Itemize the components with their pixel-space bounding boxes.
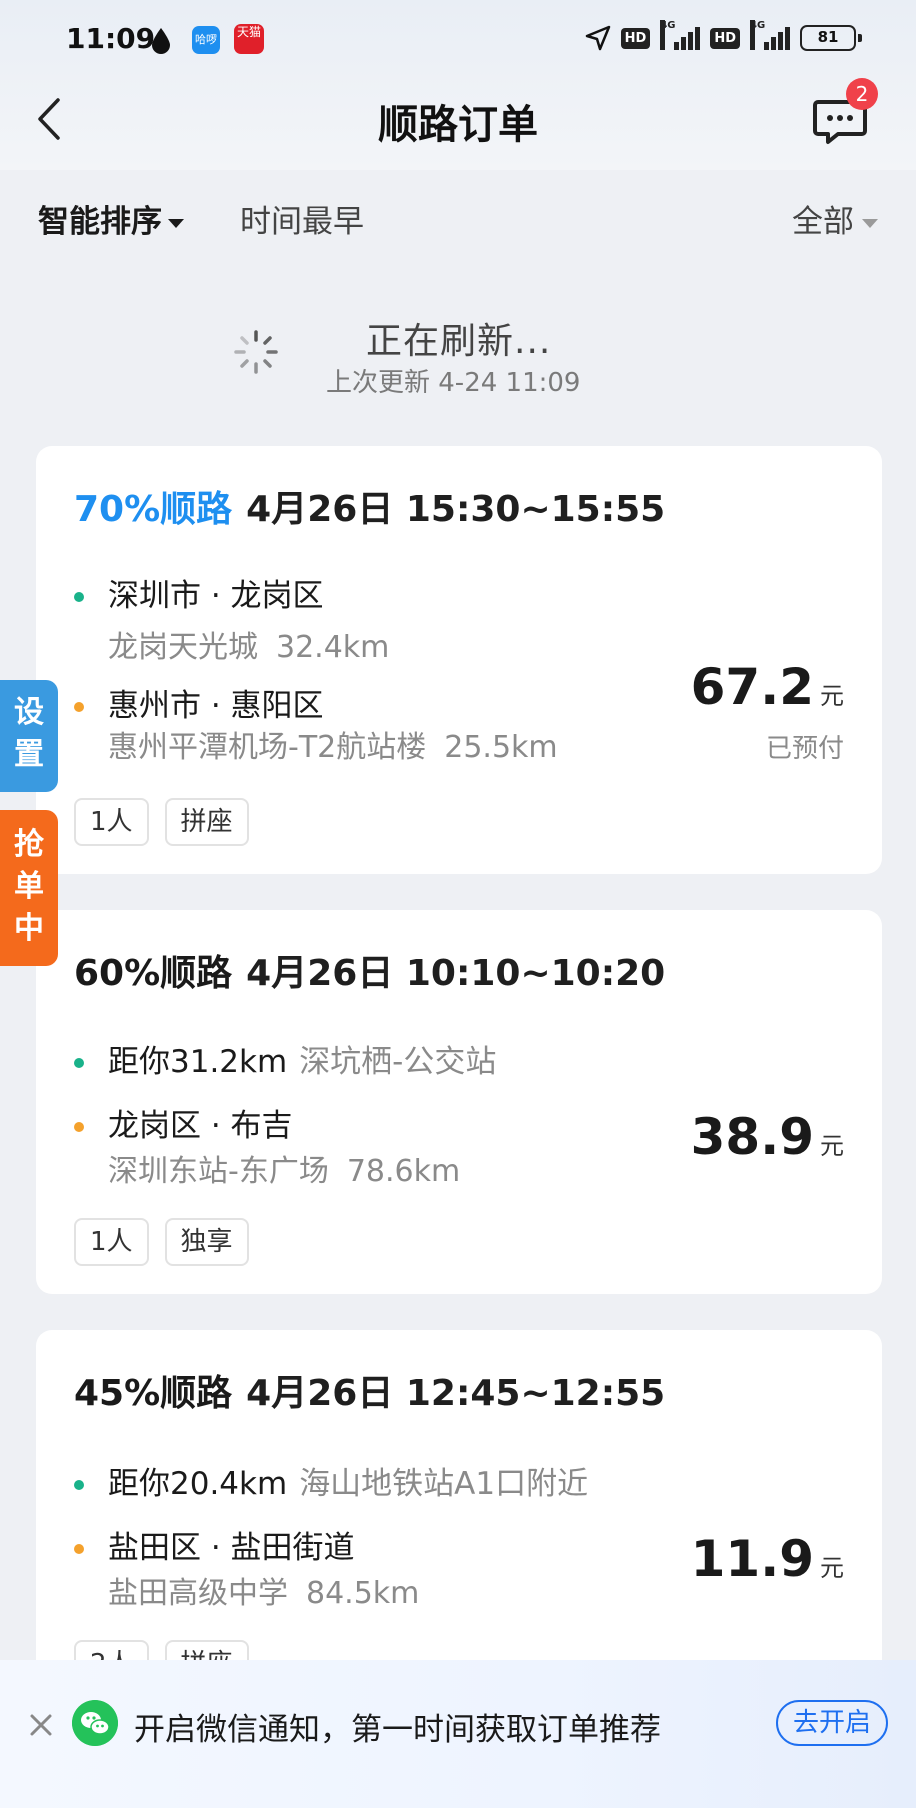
origin-dot-icon [74, 1058, 84, 1068]
network-type: 4G [660, 20, 676, 50]
origin-dot-icon [74, 592, 84, 602]
price-unit: 元 [820, 682, 844, 710]
grabbing-tab-char: 中 [14, 911, 44, 946]
wechat-notification-banner: 开启微信通知，第一时间获取订单推荐 去开启 [0, 1660, 916, 1808]
settings-tab-char: 置 [14, 737, 44, 772]
banner-message: 开启微信通知，第一时间获取订单推荐 [134, 1712, 661, 1748]
smart-sort-dropdown[interactable]: 智能排序 [38, 196, 184, 241]
message-badge: 2 [846, 78, 878, 110]
order-card[interactable]: 70%顺路 4月26日 15:30~15:55 深圳市 · 龙岗区 龙岗天光城 32… [36, 446, 882, 874]
destination-place: 深圳东站-东广场 [108, 1154, 329, 1189]
destination-detail-line: 盐田高级中学 84.5km [108, 1568, 419, 1612]
network-type: 4G [750, 20, 765, 50]
destination-distance: 84.5km [306, 1576, 420, 1611]
close-icon[interactable] [26, 1710, 56, 1740]
signal-icon: 4G [750, 20, 790, 52]
order-price: 11.9 元 [691, 1530, 844, 1588]
caret-down-icon [168, 219, 184, 228]
price-unit: 元 [820, 1554, 844, 1582]
origin-distance: 距你31.2km [108, 1044, 288, 1080]
destination-distance: 25.5km [444, 730, 558, 765]
destination-area: 龙岗区 · 布吉 [108, 1108, 293, 1144]
order-datetime: 4月26日 12:45~12:55 [246, 1373, 666, 1414]
loading-spinner-icon [234, 330, 278, 374]
match-percent: 60%顺路 [74, 953, 233, 994]
filter-all-dropdown[interactable]: 全部 [792, 196, 878, 241]
battery-icon: 81 [800, 25, 862, 51]
settings-side-tab[interactable]: 设 置 [0, 680, 58, 792]
origin-distance: 距你20.4km [108, 1466, 288, 1502]
price-value: 67.2 [690, 658, 814, 716]
destination-detail-line: 深圳东站-东广场 78.6km [108, 1146, 460, 1190]
order-tags: 1人 拼座 [74, 798, 249, 846]
sort-bar: 智能排序 时间最早 全部 [0, 170, 916, 260]
passenger-count-tag: 1人 [74, 798, 149, 846]
match-percent: 70%顺路 [74, 489, 233, 530]
smart-sort-label: 智能排序 [38, 204, 162, 240]
hello-app-icon: 哈啰 [192, 26, 220, 54]
hd-badge: HD [710, 27, 740, 49]
origin-place: 海山地铁站A1口附近 [299, 1466, 589, 1502]
destination-place: 惠州平潭机场-T2航站楼 [108, 730, 427, 765]
origin-dot-icon [74, 1480, 84, 1490]
order-datetime: 4月26日 15:30~15:55 [246, 489, 666, 530]
origin-detail-line: 龙岗天光城 32.4km [108, 622, 389, 666]
passenger-count-tag: 1人 [74, 1218, 149, 1266]
price-value: 38.9 [690, 1108, 814, 1166]
match-percent: 45%顺路 [74, 1373, 233, 1414]
destination-dot-icon [74, 702, 84, 712]
earliest-time-sort[interactable]: 时间最早 [240, 196, 364, 241]
order-header: 60%顺路 4月26日 10:10~10:20 [74, 944, 665, 996]
enable-notification-button[interactable]: 去开启 [776, 1700, 888, 1746]
settings-tab-char: 设 [14, 695, 44, 730]
destination-distance: 78.6km [346, 1154, 461, 1189]
last-updated: 上次更新 4-24 11:09 [326, 368, 581, 398]
hd-badge: HD [620, 27, 651, 49]
ride-type-tag: 拼座 [164, 798, 249, 846]
tmall-app-icon: 天猫 [234, 24, 264, 54]
caret-down-icon [862, 219, 878, 228]
order-price: 38.9 元 [691, 1108, 844, 1166]
status-bar: 11:09 哈啰 天猫 HD 4G HD 4G 81 [0, 0, 916, 80]
order-card[interactable]: 60%顺路 4月26日 10:10~10:20 距你31.2km 深坑栖-公交站 龙… [36, 910, 882, 1294]
destination-detail-line: 惠州平潭机场-T2航站楼 25.5km [108, 722, 558, 766]
grabbing-orders-side-tab[interactable]: 抢 单 中 [0, 810, 58, 966]
drop-icon [152, 28, 170, 54]
prepaid-label: 已预付 [765, 734, 844, 764]
price-value: 11.9 [690, 1530, 814, 1588]
refresh-status: 正在刷新... [366, 321, 552, 362]
destination-area: 惠州市 · 惠阳区 [108, 688, 324, 724]
wechat-icon [72, 1700, 118, 1746]
origin-area: 深圳市 · 龙岗区 [108, 578, 324, 614]
destination-dot-icon [74, 1544, 84, 1554]
signal-icon: 4G [660, 20, 701, 52]
grabbing-tab-char: 单 [14, 869, 44, 904]
grabbing-tab-char: 抢 [14, 827, 44, 862]
price-unit: 元 [820, 1132, 844, 1160]
origin-line: 距你20.4km 海山地铁站A1口附近 [108, 1458, 588, 1503]
filter-all-label: 全部 [792, 204, 854, 240]
page-title: 顺路订单 [378, 102, 538, 148]
destination-dot-icon [74, 1122, 84, 1132]
origin-line: 距你31.2km 深坑栖-公交站 [108, 1036, 496, 1081]
order-header: 45%顺路 4月26日 12:45~12:55 [74, 1364, 665, 1416]
origin-place: 龙岗天光城 [108, 630, 258, 665]
destination-place: 盐田高级中学 [108, 1576, 288, 1611]
ride-type-tag: 独享 [164, 1218, 249, 1266]
order-header: 70%顺路 4月26日 15:30~15:55 [74, 480, 665, 532]
status-time: 11:09 [66, 22, 156, 55]
location-arrow-icon [585, 25, 610, 51]
destination-area: 盐田区 · 盐田街道 [108, 1530, 355, 1566]
order-tags: 1人 独享 [74, 1218, 249, 1266]
origin-distance: 32.4km [276, 630, 390, 665]
status-indicators: HD 4G HD 4G 81 [585, 20, 862, 52]
origin-place: 深坑栖-公交站 [299, 1044, 497, 1080]
order-datetime: 4月26日 10:10~10:20 [246, 953, 666, 994]
order-price: 67.2 元 [691, 658, 844, 716]
